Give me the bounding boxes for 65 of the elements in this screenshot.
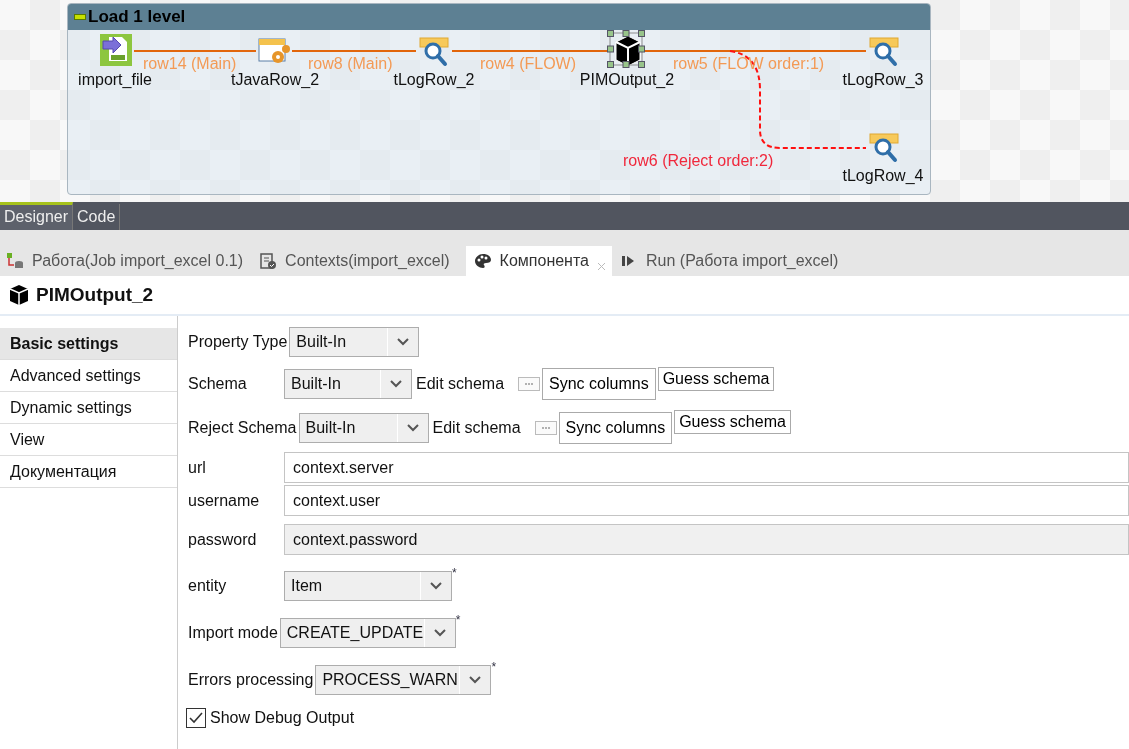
chevron-down-icon xyxy=(433,628,446,637)
clipboard-check-icon xyxy=(259,252,278,270)
panel-tab[interactable]: Contexts(import_excel) xyxy=(257,246,460,276)
required-mark: * xyxy=(491,660,497,674)
panel-tab[interactable]: Компонента xyxy=(465,246,612,276)
field-label: Import mode xyxy=(188,623,278,642)
required-mark: * xyxy=(452,566,457,580)
settings-tab[interactable]: Dynamic settings xyxy=(0,392,177,424)
settings-tab[interactable]: Advanced settings xyxy=(0,360,177,392)
field-label: Edit schema xyxy=(432,419,521,437)
checkbox[interactable] xyxy=(186,708,206,728)
schema-button[interactable]: Guess schema xyxy=(674,410,791,434)
component-title: PIMOutput_2 xyxy=(36,284,154,306)
settings-tab[interactable]: Basic settings xyxy=(0,328,177,360)
chevron-down-icon xyxy=(469,675,482,684)
link-label: row14 (Main) xyxy=(143,55,237,73)
field-label: url xyxy=(188,458,207,477)
dropdown[interactable]: PROCESS_WARN xyxy=(315,664,492,695)
field-label: Errors processing xyxy=(188,670,314,689)
chevron-down-icon xyxy=(397,337,410,346)
dropdown[interactable]: Item xyxy=(284,570,452,601)
component-label: PIMOutput_2 xyxy=(579,71,675,89)
dropdown[interactable]: Built-In xyxy=(289,326,420,357)
panel-tab[interactable]: Run (Работа import_excel) xyxy=(618,246,849,276)
checkbox-label: Show Debug Output xyxy=(210,709,355,727)
component-label: tLogRow_4 xyxy=(842,167,924,185)
editor-tab[interactable]: Designer xyxy=(0,202,74,230)
link-label: row8 (Main) xyxy=(308,55,393,73)
field-label: Schema xyxy=(188,374,248,393)
input-field[interactable]: context.user xyxy=(284,485,1129,516)
cube-icon xyxy=(8,284,30,306)
component-label: tLogRow_3 xyxy=(842,71,924,89)
component-label: tJavaRow_2 xyxy=(231,71,319,89)
schema-button[interactable]: Sync columns xyxy=(542,367,656,400)
input-field[interactable]: context.server xyxy=(284,452,1129,483)
field-label: password xyxy=(188,530,258,549)
cube-icon[interactable] xyxy=(607,30,647,70)
chevron-down-icon xyxy=(390,379,402,388)
required-mark: * xyxy=(455,613,461,627)
subjob-title: Load 1 level xyxy=(88,7,186,27)
settings-tab[interactable]: Документация xyxy=(0,456,177,488)
dropdown[interactable]: CREATE_UPDATE xyxy=(279,617,456,648)
link-label: row6 (Reject order:2) xyxy=(623,152,774,170)
field-label: entity xyxy=(188,576,228,595)
panel-tab[interactable]: Работа(Job import_excel 0.1) xyxy=(4,246,254,276)
chevron-down-icon xyxy=(430,581,442,590)
link-label: row5 (FLOW order:1) xyxy=(673,55,825,73)
dropdown[interactable]: Built-In xyxy=(298,413,429,443)
ellipsis-icon xyxy=(540,426,551,430)
field-label: Edit schema xyxy=(416,374,505,393)
schema-button[interactable]: Sync columns xyxy=(558,412,673,444)
collapse-icon[interactable] xyxy=(74,13,86,21)
field-label: Property Type xyxy=(188,332,288,351)
dropdown[interactable]: Built-In xyxy=(284,368,412,399)
component-label: import_file xyxy=(78,71,152,89)
schema-button[interactable]: Guess schema xyxy=(657,367,775,391)
component-label: tLogRow_2 xyxy=(393,71,475,89)
palette-icon xyxy=(473,252,492,270)
chevron-down-icon xyxy=(406,424,419,432)
settings-tab[interactable]: View xyxy=(0,424,177,456)
field-label: Reject Schema xyxy=(188,419,297,437)
ellipsis-icon xyxy=(524,381,535,386)
job-icon xyxy=(6,252,24,270)
link-label: row4 (FLOW) xyxy=(480,55,576,73)
field-label: username xyxy=(188,491,261,510)
